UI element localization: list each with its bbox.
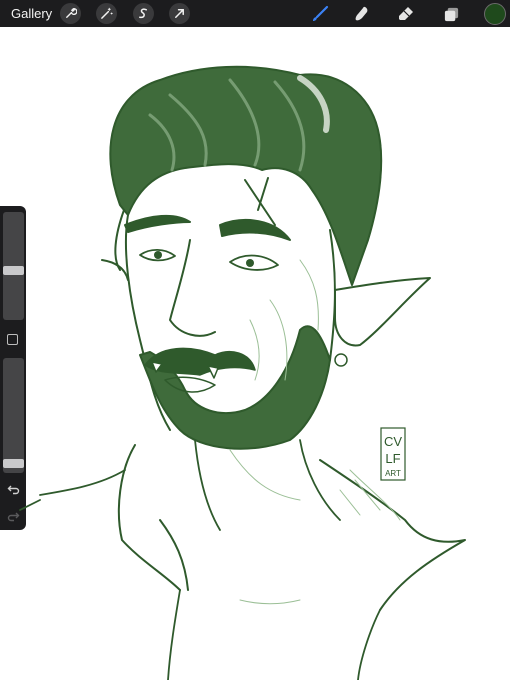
- portrait-artwork: [19, 65, 466, 680]
- drawing-canvas[interactable]: CV LF ART: [0, 27, 510, 680]
- adjustments-button[interactable]: [96, 3, 117, 24]
- artist-signature: CV LF ART: [380, 427, 406, 481]
- nose: [169, 239, 216, 337]
- eyebrows: [124, 214, 291, 241]
- color-picker-button[interactable]: [484, 3, 506, 25]
- smudge-tool-button[interactable]: [352, 4, 372, 24]
- layers-button[interactable]: [441, 4, 461, 24]
- earring: [334, 353, 348, 367]
- shirt-collar: [117, 444, 466, 611]
- selection-button[interactable]: [133, 3, 154, 24]
- shoulders: [19, 469, 381, 680]
- top-toolbar: Gallery: [0, 0, 510, 27]
- beard: [139, 325, 331, 450]
- signature-line-2: LF: [385, 451, 400, 466]
- eraser-icon: [399, 7, 413, 20]
- signature-line-3: ART: [385, 469, 401, 478]
- mustache: [144, 347, 256, 376]
- brush-icon: [313, 5, 329, 21]
- eraser-tool-button[interactable]: [396, 4, 416, 24]
- wrench-icon: [66, 8, 77, 18]
- signature-line-1: CV: [384, 434, 402, 449]
- selection-icon: [139, 8, 148, 19]
- layers-icon: [444, 7, 458, 21]
- transform-arrow-icon: [175, 9, 184, 18]
- brush-tool-button[interactable]: [310, 4, 330, 24]
- neck: [194, 439, 341, 531]
- actions-button[interactable]: [60, 3, 81, 24]
- smudge-icon: [355, 6, 368, 21]
- gallery-button[interactable]: Gallery: [11, 5, 52, 22]
- transform-button[interactable]: [169, 3, 190, 24]
- magic-wand-icon: [101, 7, 113, 19]
- pointed-ear: [334, 277, 431, 347]
